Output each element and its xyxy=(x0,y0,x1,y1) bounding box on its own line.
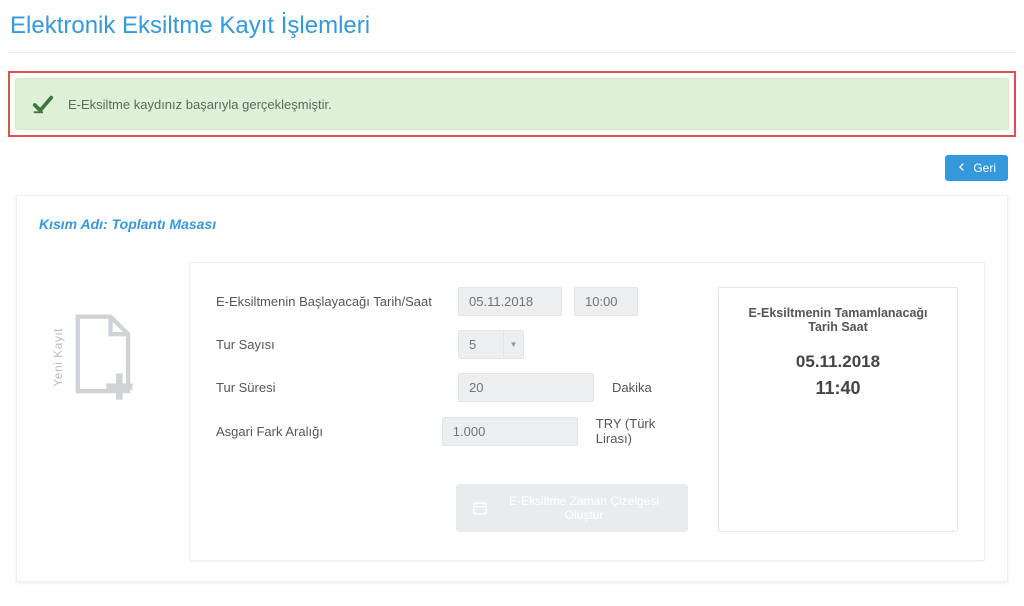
row-min-gap: Asgari Fark Aralığı TRY (Türk Lirası) xyxy=(216,416,688,446)
rounds-input[interactable] xyxy=(459,331,503,358)
summary-time: 11:40 xyxy=(733,378,943,399)
section-title: Kısım Adı: Toplantı Masası xyxy=(39,216,985,232)
row-start-datetime: E-Eksiltmenin Başlayacağı Tarih/Saat xyxy=(216,287,688,316)
summary-title: E-Eksiltmenin Tamamlanacağı Tarih Saat xyxy=(733,306,943,334)
section-title-prefix: Kısım Adı: xyxy=(39,216,108,232)
row-duration: Tur Süresi Dakika xyxy=(216,373,688,402)
start-date-input[interactable] xyxy=(458,287,562,316)
top-actions: Geri xyxy=(0,155,1024,195)
duration-unit: Dakika xyxy=(612,380,652,395)
alert-success: E-Eksiltme kaydınız başarıyla gerçekleşm… xyxy=(15,78,1009,130)
chevron-down-icon[interactable]: ▼ xyxy=(503,331,523,358)
check-icon xyxy=(32,93,54,115)
chevron-left-icon xyxy=(957,161,967,175)
document-plus-icon xyxy=(69,312,139,403)
new-record-column: Yeni Kayıt xyxy=(39,262,169,403)
duration-input[interactable] xyxy=(458,373,594,402)
create-schedule-label: E-Eksiltme Zaman Çizelgesi Oluştur xyxy=(496,494,672,522)
summary-date: 05.11.2018 xyxy=(733,352,943,372)
form-box: E-Eksiltmenin Başlayacağı Tarih/Saat Tur… xyxy=(189,262,985,561)
rounds-stepper[interactable]: ▼ xyxy=(458,330,524,359)
calendar-icon xyxy=(472,500,488,516)
label-rounds: Tur Sayısı xyxy=(216,337,446,352)
min-gap-unit: TRY (Türk Lirası) xyxy=(596,416,688,446)
min-gap-input[interactable] xyxy=(442,417,578,446)
row-rounds: Tur Sayısı ▼ xyxy=(216,330,688,359)
label-min-gap: Asgari Fark Aralığı xyxy=(216,424,430,439)
alert-highlight-box: E-Eksiltme kaydınız başarıyla gerçekleşm… xyxy=(8,71,1016,137)
start-time-input[interactable] xyxy=(574,287,638,316)
back-button-label: Geri xyxy=(973,161,996,175)
alert-message: E-Eksiltme kaydınız başarıyla gerçekleşm… xyxy=(68,97,332,112)
label-start-datetime: E-Eksiltmenin Başlayacağı Tarih/Saat xyxy=(216,294,446,309)
section-title-value: Toplantı Masası xyxy=(112,216,217,232)
form-area: Yeni Kayıt E-Eksiltmenin Başlayacağı Tar… xyxy=(39,262,985,561)
create-schedule-button[interactable]: E-Eksiltme Zaman Çizelgesi Oluştur xyxy=(456,484,688,532)
page-title: Elektronik Eksiltme Kayıt İşlemleri xyxy=(0,0,1024,52)
main-panel: Kısım Adı: Toplantı Masası Yeni Kayıt xyxy=(16,195,1008,582)
completion-summary: E-Eksiltmenin Tamamlanacağı Tarih Saat 0… xyxy=(718,287,958,532)
new-record-label: Yeni Kayıt xyxy=(51,328,65,387)
form-left: E-Eksiltmenin Başlayacağı Tarih/Saat Tur… xyxy=(216,287,688,532)
divider xyxy=(8,52,1016,53)
back-button[interactable]: Geri xyxy=(945,155,1008,181)
label-duration: Tur Süresi xyxy=(216,380,446,395)
